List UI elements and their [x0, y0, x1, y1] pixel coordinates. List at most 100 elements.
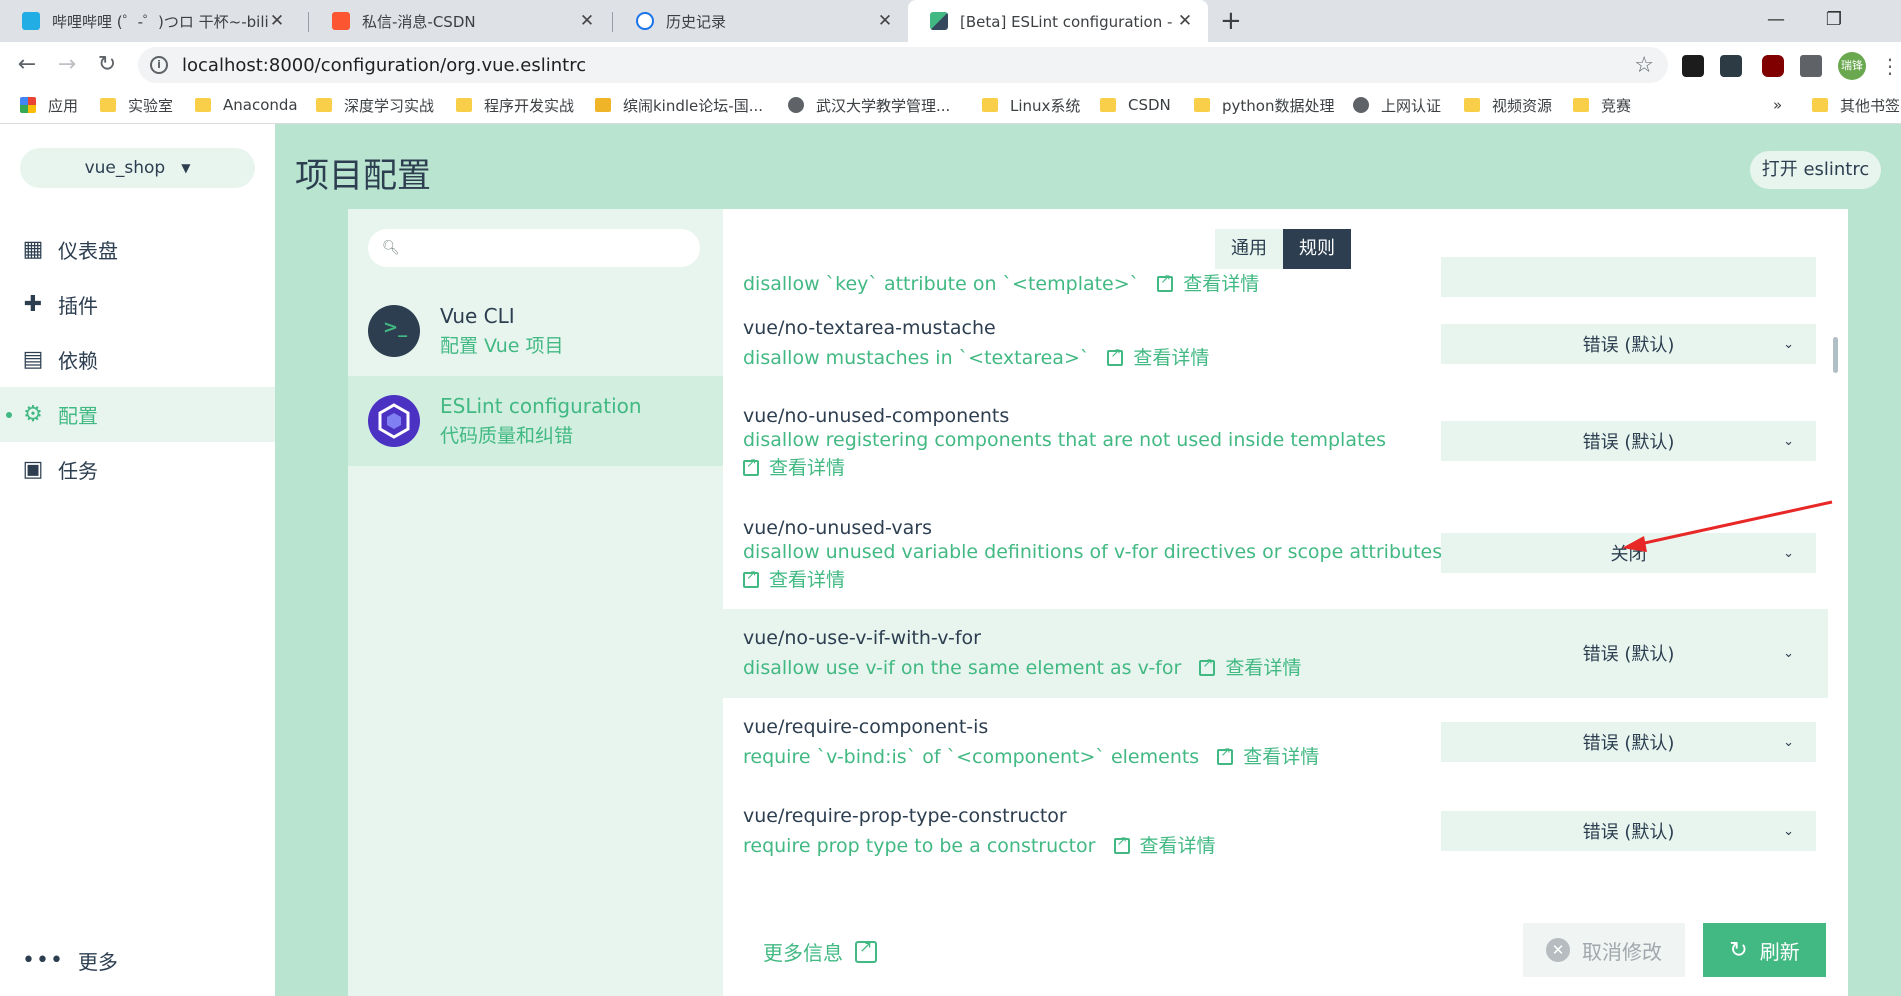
reload-button[interactable]: ↻: [92, 50, 122, 80]
sidebar-item-plugins[interactable]: ✚ 插件: [0, 277, 275, 332]
chevron-down-icon: ⌄: [1783, 734, 1794, 750]
bookmark-item[interactable]: 深度学习实战: [316, 88, 434, 122]
other-bookmarks[interactable]: 其他书签: [1812, 88, 1900, 122]
new-tab-button[interactable]: +: [1220, 6, 1242, 36]
tab-title: [Beta] ESLint configuration - 项: [960, 12, 1176, 31]
details-link[interactable]: 查看详情: [1205, 745, 1319, 768]
rule-name: vue/require-component-is: [743, 716, 989, 738]
open-eslintrc-button[interactable]: 打开 eslintrc: [1750, 151, 1881, 189]
tab-rules[interactable]: 规则: [1283, 229, 1351, 269]
bookmark-label: 缤闹kindle论坛-国...: [623, 96, 763, 115]
folder-icon: [1812, 98, 1828, 112]
close-icon[interactable]: ✕: [268, 11, 286, 31]
sidebar-item-dashboard[interactable]: ▦ 仪表盘: [0, 222, 275, 277]
details-link[interactable]: 查看详情: [731, 453, 845, 480]
maximize-button[interactable]: ❐: [1805, 0, 1863, 42]
bookmark-label: CSDN: [1128, 96, 1171, 114]
config-subtitle: 代码质量和纠错: [440, 425, 574, 447]
csdn-icon: [332, 12, 350, 30]
refresh-button[interactable]: ↻ 刷新: [1703, 923, 1826, 977]
chevron-down-icon: ⌄: [1783, 336, 1794, 352]
browser-tab-eslint[interactable]: [Beta] ESLint configuration - 项 ✕: [908, 0, 1208, 42]
ublock-icon[interactable]: [1762, 55, 1784, 77]
sidebar-item-label: 插件: [58, 294, 98, 318]
bookmarks-overflow-button[interactable]: »: [1773, 88, 1782, 122]
details-link[interactable]: 查看详情: [1095, 346, 1209, 369]
refresh-icon: ↻: [1729, 937, 1748, 963]
browser-tab-history[interactable]: 历史记录 ✕: [614, 0, 908, 42]
close-icon[interactable]: ✕: [1176, 11, 1194, 31]
kindle-icon: [595, 98, 611, 112]
puzzle-icon: ✚: [23, 291, 43, 317]
bookmark-item[interactable]: 武汉大学教学管理...: [788, 88, 950, 122]
config-item-vue-cli[interactable]: >_ Vue CLI 配置 Vue 项目: [348, 286, 723, 376]
address-bar[interactable]: i localhost:8000/configuration/org.vue.e…: [138, 47, 1668, 83]
close-icon[interactable]: ✕: [578, 11, 596, 31]
bookmark-item[interactable]: 缤闹kindle论坛-国...: [595, 88, 763, 122]
page-title: 项目配置: [295, 156, 431, 196]
menu-icon[interactable]: ⋮: [1880, 55, 1900, 77]
sidebar-item-dependencies[interactable]: ▤ 依赖: [0, 332, 275, 387]
bookmark-item[interactable]: 竞赛: [1573, 88, 1631, 122]
sidebar-item-tasks[interactable]: ▣ 任务: [0, 442, 275, 497]
folder-icon: [1464, 98, 1480, 112]
bookmark-apps[interactable]: 应用: [20, 88, 78, 122]
bookmark-star-icon[interactable]: ☆: [1634, 53, 1654, 78]
rule-severity-select[interactable]: [1441, 257, 1816, 297]
scrollbar[interactable]: [1833, 337, 1838, 373]
sidebar-item-configuration[interactable]: ⚙ 配置: [0, 387, 275, 442]
bookmark-item[interactable]: Linux系统: [982, 88, 1080, 122]
sidebar-item-label: 配置: [58, 404, 98, 428]
details-label: 查看详情: [1139, 835, 1216, 857]
bookmark-item[interactable]: CSDN: [1100, 88, 1171, 122]
extension-icon[interactable]: [1682, 55, 1704, 77]
rule-severity-select[interactable]: 错误 (默认) ⌄: [1441, 811, 1816, 851]
tab-general[interactable]: 通用: [1215, 229, 1283, 269]
rule-description: disallow registering components that are…: [743, 429, 1386, 451]
config-item-eslint[interactable]: ESLint configuration 代码质量和纠错: [348, 376, 723, 466]
bookmark-item[interactable]: 视频资源: [1464, 88, 1552, 122]
more-info-link[interactable]: 更多信息: [763, 937, 877, 966]
rule-severity-select[interactable]: 错误 (默认) ⌄: [1441, 633, 1816, 673]
details-link[interactable]: 查看详情: [1102, 834, 1216, 857]
bookmark-item[interactable]: 上网认证: [1353, 88, 1441, 122]
cancel-changes-button[interactable]: ✕ 取消修改: [1523, 923, 1685, 977]
bookmark-label: Linux系统: [1010, 96, 1081, 115]
details-link[interactable]: 查看详情: [1187, 656, 1301, 679]
rule-desc-text: disallow use v-if on the same element as…: [743, 657, 1182, 679]
rules-pane: 通用 规则 disallow `key` attribute on `<temp…: [723, 209, 1848, 996]
rule-severity-select[interactable]: 错误 (默认) ⌄: [1441, 722, 1816, 762]
extension-new-icon[interactable]: [1720, 55, 1742, 77]
bookmark-label: 应用: [48, 96, 79, 115]
puzzle-extensions-icon[interactable]: [1800, 55, 1822, 77]
terminal-icon: >_: [368, 305, 420, 357]
rule-severity-select[interactable]: 关闭 ⌄: [1441, 533, 1816, 573]
project-selector[interactable]: vue_shop ▼: [20, 148, 255, 188]
rule-severity-select[interactable]: 错误 (默认) ⌄: [1441, 324, 1816, 364]
browser-tab-bilibili[interactable]: 哔哩哔哩 (゜-゜)つロ 干杯~-bili ✕: [0, 0, 300, 42]
clipboard-icon: ▣: [22, 456, 44, 482]
bookmark-item[interactable]: 程序开发实战: [456, 88, 574, 122]
bookmark-item[interactable]: python数据处理: [1194, 88, 1334, 122]
browser-tab-csdn[interactable]: 私信-消息-CSDN ✕: [310, 0, 610, 42]
external-link-icon: [1199, 656, 1216, 676]
sidebar-more[interactable]: ••• 更多: [22, 946, 118, 975]
details-link[interactable]: 查看详情: [1145, 272, 1259, 295]
info-icon[interactable]: i: [150, 56, 168, 74]
rule-name: vue/no-unused-vars: [743, 517, 932, 539]
details-label: 查看详情: [769, 569, 846, 591]
back-button[interactable]: ←: [12, 50, 42, 80]
config-search-input[interactable]: 🔍︎: [368, 229, 700, 267]
close-icon[interactable]: ✕: [876, 11, 894, 31]
config-subtitle: 配置 Vue 项目: [440, 335, 564, 357]
bookmark-item[interactable]: 实验室: [100, 88, 173, 122]
rule-severity-select[interactable]: 错误 (默认) ⌄: [1441, 421, 1816, 461]
forward-button[interactable]: →: [52, 50, 82, 80]
config-tabs: 通用 规则: [1215, 229, 1351, 269]
book-icon: ▤: [22, 346, 44, 372]
rule-row: vue/require-component-is require `v-bind…: [723, 698, 1828, 787]
bookmark-item[interactable]: Anaconda: [195, 88, 298, 122]
details-link[interactable]: 查看详情: [731, 565, 845, 592]
profile-avatar[interactable]: 瑞锋: [1838, 52, 1866, 80]
minimize-button[interactable]: —: [1747, 0, 1805, 42]
